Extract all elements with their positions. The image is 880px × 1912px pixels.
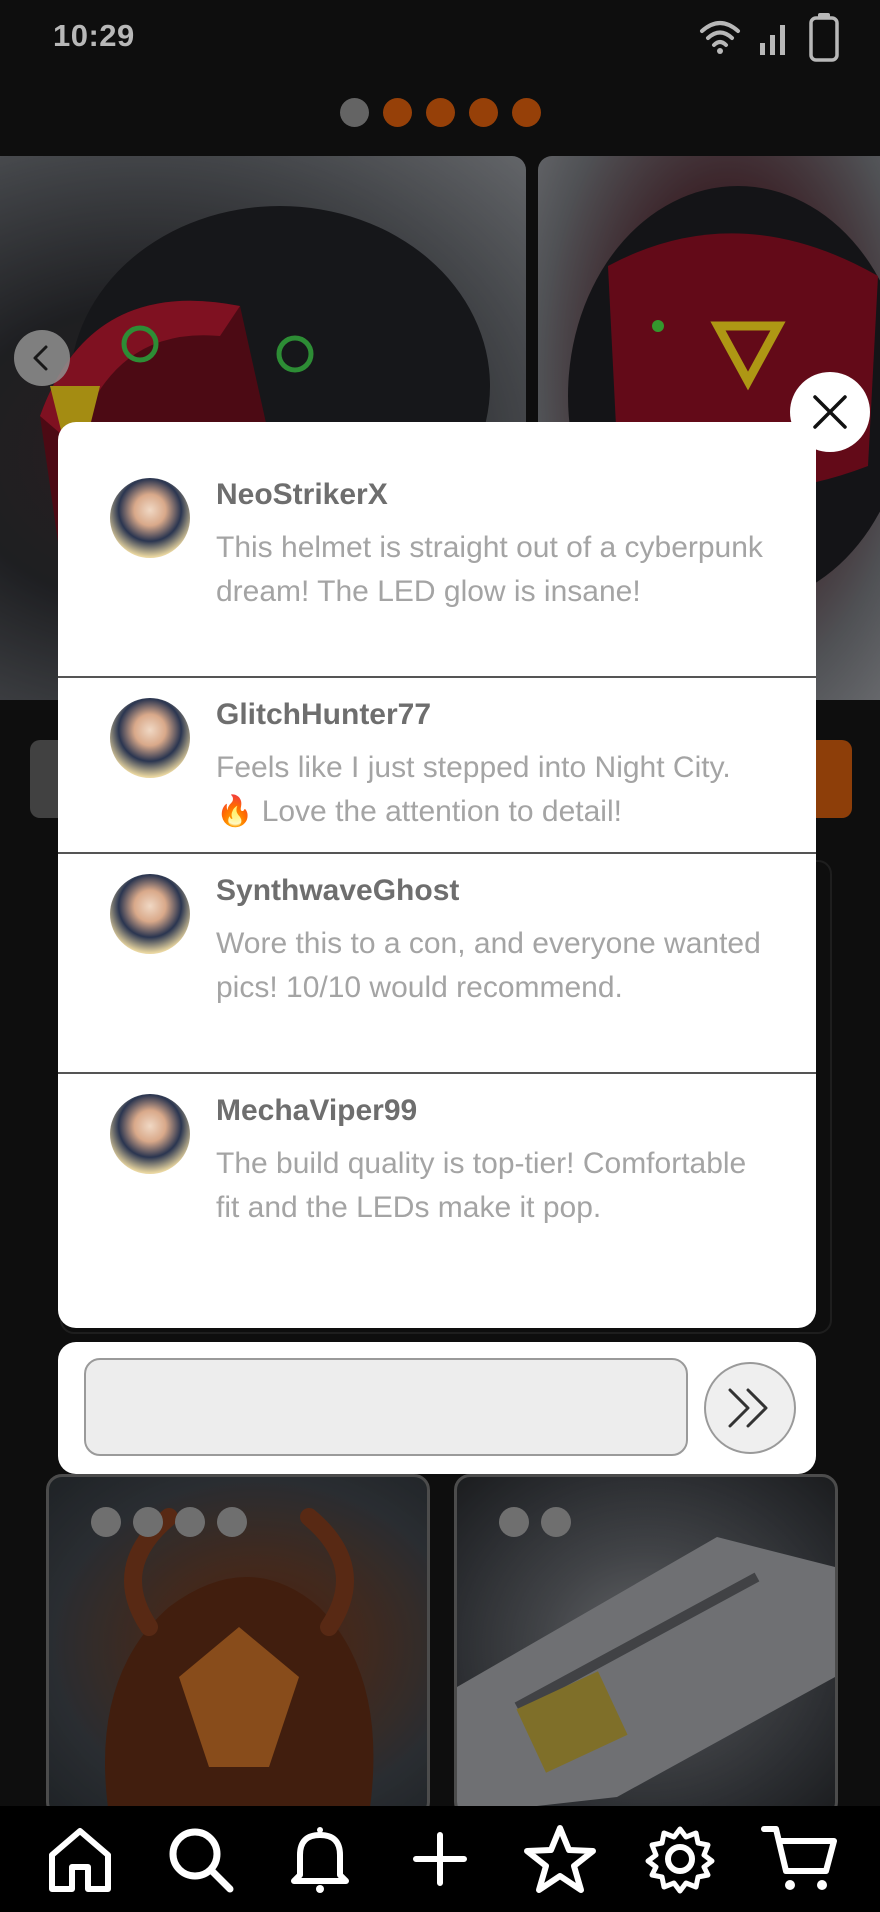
avatar[interactable] [110, 874, 190, 954]
close-comments-button[interactable] [790, 372, 870, 452]
avatar[interactable] [110, 698, 190, 778]
avatar[interactable] [110, 1094, 190, 1174]
double-chevron-right-icon [728, 1388, 768, 1428]
comment-divider [58, 1072, 816, 1074]
tab-create[interactable] [400, 1819, 480, 1899]
bottom-tab-bar [0, 1806, 880, 1912]
comment-username[interactable]: NeoStrikerX [216, 478, 388, 512]
tab-favorites[interactable] [520, 1819, 600, 1899]
home-icon [49, 1828, 111, 1892]
comment-text: This helmet is straight out of a cyberpu… [216, 531, 763, 608]
comments-modal: NeoStrikerX This helmet is straight out … [58, 422, 816, 1328]
tab-home[interactable] [40, 1819, 120, 1899]
gear-icon [645, 1826, 715, 1894]
comment-text: Wore this to a con, and everyone wanted … [216, 927, 761, 1004]
tab-search[interactable] [160, 1819, 240, 1899]
comment-text: Feels like I just stepped into Night Cit… [216, 751, 731, 828]
comment-input[interactable] [84, 1358, 688, 1456]
tab-settings[interactable] [640, 1819, 720, 1899]
comment-text: The build quality is top-tier! Comfortab… [216, 1147, 747, 1224]
comment-username[interactable]: SynthwaveGhost [216, 874, 459, 908]
comment-divider [58, 676, 816, 678]
tab-notifications[interactable] [280, 1819, 360, 1899]
avatar[interactable] [110, 478, 190, 558]
comment-username[interactable]: MechaViper99 [216, 1094, 417, 1128]
cart-icon [761, 1826, 837, 1890]
comment-divider [58, 852, 816, 854]
tab-cart[interactable] [760, 1819, 840, 1899]
bell-icon [291, 1827, 349, 1893]
comment-composer [58, 1342, 816, 1474]
send-comment-button[interactable] [704, 1362, 796, 1454]
star-icon [524, 1825, 596, 1893]
comment-username[interactable]: GlitchHunter77 [216, 698, 431, 732]
plus-icon [413, 1832, 467, 1886]
search-icon [169, 1828, 234, 1893]
close-icon [813, 395, 847, 429]
